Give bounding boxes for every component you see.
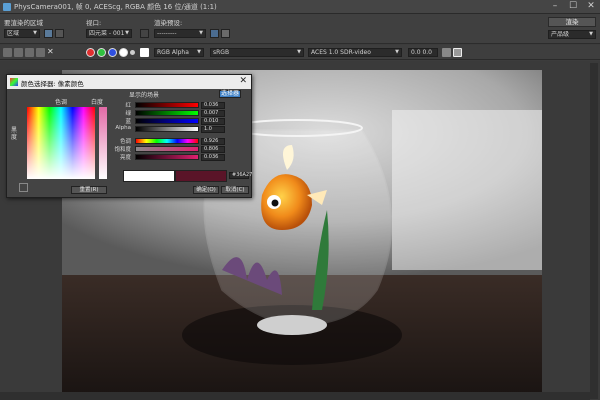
new-color-swatch xyxy=(123,170,175,182)
copy-icon[interactable] xyxy=(14,48,23,57)
row-slider[interactable] xyxy=(135,126,199,132)
hue-label: 色调 xyxy=(55,99,68,106)
area-label: 要渲染的区域 xyxy=(4,19,43,27)
row-slider[interactable] xyxy=(135,110,199,116)
row-label: 蓝 xyxy=(125,119,131,125)
row-slider[interactable] xyxy=(135,102,199,108)
section-label: 显示的场景 xyxy=(129,92,160,99)
row-slider[interactable] xyxy=(135,154,199,160)
clone-icon[interactable] xyxy=(25,48,34,57)
alpha-channel-icon[interactable] xyxy=(119,48,128,57)
display-value: ACES 1.0 SDR-video xyxy=(311,49,371,56)
close-icon[interactable]: ✕ xyxy=(239,76,247,86)
region-edit-icon[interactable] xyxy=(44,29,53,38)
clear-icon[interactable]: ✕ xyxy=(47,48,56,57)
dialog-title: 颜色选择器: 像素颜色 xyxy=(21,80,84,88)
environment-icon[interactable] xyxy=(221,29,230,38)
channel-dropdown[interactable]: RGB Alpha ▼ xyxy=(154,48,204,57)
display-transform-dropdown[interactable]: ACES 1.0 SDR-video ▼ xyxy=(308,48,402,57)
viewport-label: 视口: xyxy=(86,19,102,27)
row-label: 绿 xyxy=(125,111,131,117)
chevron-down-icon: ▼ xyxy=(297,49,301,55)
row-value-input[interactable]: 0.007 xyxy=(201,110,225,117)
green-channel-icon[interactable] xyxy=(97,48,106,57)
red-channel-icon[interactable] xyxy=(86,48,95,57)
region-auto-icon[interactable] xyxy=(55,29,64,38)
chevron-down-icon: ▼ xyxy=(589,31,593,37)
tab-selector[interactable]: 选择器 xyxy=(219,90,241,98)
vertical-scrollbar[interactable] xyxy=(590,63,598,399)
row-value-input[interactable]: 0.806 xyxy=(201,146,225,153)
frame-toolbar: ✕ RGB Alpha ▼ sRGB ▼ ACES 1.0 SDR-video ▼ 0… xyxy=(0,45,600,60)
reset-button[interactable]: 重置(R) xyxy=(71,186,107,194)
app-icon xyxy=(3,3,11,11)
blue-channel-icon[interactable] xyxy=(108,48,117,57)
quality-value: 产品级 xyxy=(551,31,570,38)
row-label: 饱和度 xyxy=(114,147,131,153)
swatch-icon[interactable] xyxy=(140,48,149,57)
color-wheel-icon xyxy=(10,78,18,86)
row-label: 亮度 xyxy=(119,155,131,161)
viewport-dropdown[interactable]: 四元菜 - 001 ▼ xyxy=(86,29,132,38)
pixel-readout: 0.0 0.0 xyxy=(408,48,438,57)
row-value-input[interactable]: 0.036 xyxy=(201,154,225,161)
render-settings-panel: 要渲染的区域 区域 ▼ 视口: 四元菜 - 001 ▼ 渲染预设: --------… xyxy=(0,14,600,44)
maximize-icon[interactable]: ☐ xyxy=(564,0,582,14)
chevron-down-icon: ▼ xyxy=(125,30,129,36)
row-value-input[interactable]: 0.926 xyxy=(201,138,225,145)
quality-dropdown[interactable]: 产品级 ▼ xyxy=(548,30,596,39)
color-selector-dialog: 颜色选择器: 像素颜色 ✕ 色调 白度 黑度 重置(R) 显示的场景 选择器 显… xyxy=(6,74,252,198)
save-icon[interactable] xyxy=(3,48,12,57)
gamma-value: sRGB xyxy=(213,49,230,56)
window-title: PhysCamera001, 帧 0, ACEScg, RGBA 颜色 16 位… xyxy=(14,3,217,11)
row-slider[interactable] xyxy=(135,146,199,152)
cancel-button[interactable]: 取消(C) xyxy=(221,186,249,194)
pick-screen-icon[interactable] xyxy=(19,183,28,192)
mono-icon[interactable] xyxy=(130,50,135,55)
preset-label: 渲染预设: xyxy=(154,19,183,27)
row-label: 红 xyxy=(125,103,131,109)
row-label: Alpha xyxy=(115,125,131,131)
old-color-swatch xyxy=(175,170,227,182)
area-value: 区域 xyxy=(7,30,20,37)
preset-dropdown[interactable]: --------- ▼ xyxy=(154,29,206,38)
color-picker-icon[interactable] xyxy=(453,48,462,57)
minimize-icon[interactable]: – xyxy=(546,0,564,14)
viewport-value: 四元菜 - 001 xyxy=(89,30,125,37)
row-label: 色调 xyxy=(119,139,131,145)
whiteness-label: 白度 xyxy=(91,99,104,106)
hue-saturation-field[interactable] xyxy=(27,107,95,179)
channel-value: RGB Alpha xyxy=(157,49,189,56)
ok-button[interactable]: 确定(O) xyxy=(193,186,219,194)
dialog-title-bar: 颜色选择器: 像素颜色 ✕ xyxy=(7,75,251,89)
row-slider[interactable] xyxy=(135,118,199,124)
row-value-input[interactable]: 0.010 xyxy=(201,118,225,125)
chevron-down-icon: ▼ xyxy=(199,30,203,36)
title-bar: PhysCamera001, 帧 0, ACEScg, RGBA 颜色 16 位… xyxy=(0,0,600,14)
render-button[interactable]: 渲染 xyxy=(548,17,596,27)
gamma-dropdown[interactable]: sRGB ▼ xyxy=(210,48,304,57)
hex-input[interactable]: #36A27 xyxy=(229,172,252,179)
lock-icon[interactable] xyxy=(140,29,149,38)
preset-value: --------- xyxy=(157,30,177,37)
row-value-input[interactable]: 0.036 xyxy=(201,102,225,109)
chevron-down-icon: ▼ xyxy=(395,49,399,55)
render-setup-icon[interactable] xyxy=(210,29,219,38)
blackness-label: 黑度 xyxy=(11,127,18,141)
row-slider[interactable] xyxy=(135,138,199,144)
toggle-ui-icon[interactable] xyxy=(442,48,451,57)
frame-buffer-window: PhysCamera001, 帧 0, ACEScg, RGBA 颜色 16 位… xyxy=(0,0,600,400)
chevron-down-icon: ▼ xyxy=(197,49,201,55)
horizontal-scrollbar[interactable] xyxy=(0,392,590,400)
chevron-down-icon: ▼ xyxy=(33,30,37,36)
close-icon[interactable]: ✕ xyxy=(582,0,600,14)
readout-value: 0.0 0.0 xyxy=(411,49,432,56)
print-icon[interactable] xyxy=(36,48,45,57)
row-value-input[interactable]: 1.0 xyxy=(201,126,225,133)
area-dropdown[interactable]: 区域 ▼ xyxy=(4,29,40,38)
